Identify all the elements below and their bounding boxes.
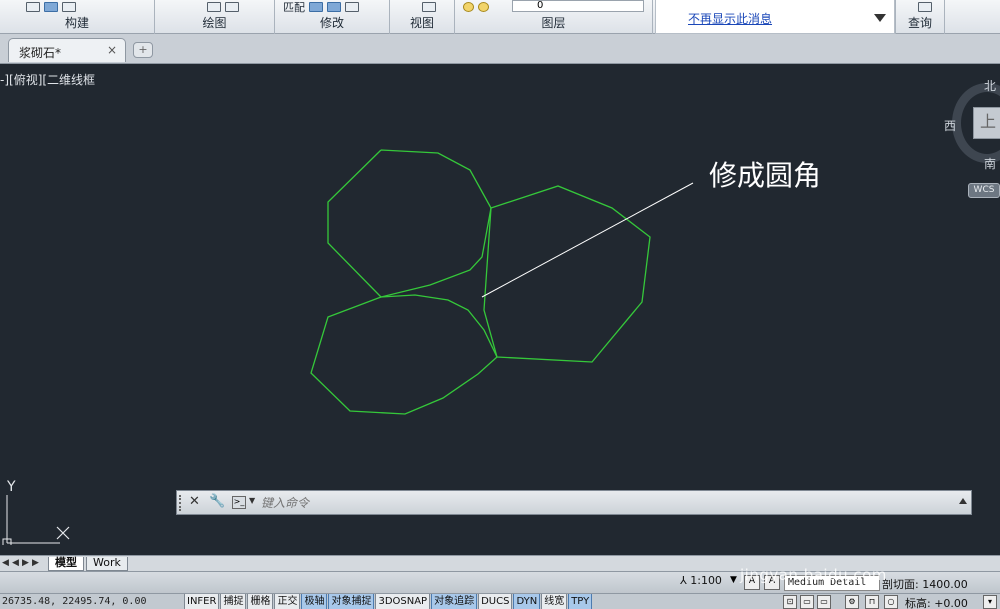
layer-on-icon[interactable] [463, 2, 474, 12]
first-tab-arrow-icon[interactable]: ◀ [2, 558, 9, 568]
toggle-4[interactable]: 极轴 [301, 594, 328, 609]
wrench-icon[interactable]: 🔧 [209, 494, 225, 509]
ribbon-panel-query[interactable]: 查询 [895, 0, 945, 34]
panel-label-draw: 绘图 [202, 16, 227, 30]
notification-balloon: 不再显示此消息 [655, 0, 895, 34]
layer-dropdown[interactable]: 0 [512, 0, 644, 12]
viewcube[interactable]: 北 西 南 上 WCS [940, 75, 1000, 210]
build-tools [0, 0, 154, 14]
toggle-9[interactable]: DYN [513, 594, 541, 609]
cad-application-window: 构建 绘图 匹配 修改 视图 图层 0 不再显示此消息 查询 浆砌石* × + … [0, 0, 1000, 609]
door-tool-icon[interactable] [62, 2, 76, 12]
ribbon-panel-modify[interactable]: 匹配 修改 [275, 0, 390, 34]
ribbon-panel-view[interactable]: 视图 [390, 0, 455, 34]
compass-west-label[interactable]: 西 [944, 117, 956, 134]
drawing-canvas[interactable]: 修成圆角 [0, 65, 940, 555]
prev-tab-arrow-icon[interactable]: ◀ [12, 558, 19, 568]
ribbon: 构建 绘图 匹配 修改 视图 图层 0 不再显示此消息 查询 [0, 0, 1000, 34]
annotation-scale-value: 1:100 [690, 574, 722, 587]
query-tools [896, 0, 944, 14]
chevron-up-icon[interactable] [959, 498, 967, 504]
annotation-text: 修成圆角 [709, 159, 821, 192]
elevation-readout[interactable]: 标高: +0.00 [905, 595, 968, 609]
offset-tool-icon[interactable] [345, 2, 359, 12]
command-prompt-icon[interactable]: >_ [232, 496, 246, 509]
panel-label-layers: 图层 [541, 16, 566, 30]
command-input[interactable] [261, 494, 881, 512]
modify-tools: 匹配 [275, 0, 389, 14]
ucs-y-label: Y [6, 479, 16, 495]
toggle-1[interactable]: 捕捉 [220, 594, 247, 609]
panel-label-modify: 修改 [319, 16, 344, 30]
drafting-toggles: INFER 捕捉 栅格 正交 极轴 对象捕捉 3DOSNAP 对象追踪 DUCS DYN 线宽 TPY [184, 594, 593, 609]
cursor-coordinates[interactable]: 26735.48, 22495.74, 0.00 [2, 596, 147, 607]
viewcube-top-face[interactable]: 上 [973, 107, 1000, 139]
match-properties-button[interactable]: 匹配 [283, 0, 305, 15]
annotation-scale-button[interactable]: ⅄ 1:100 [680, 574, 722, 587]
toggle-2[interactable]: 栅格 [247, 594, 274, 609]
status-menu-icon[interactable]: ▾ [983, 595, 997, 609]
layer-freeze-icon[interactable] [478, 2, 489, 12]
hatch-tool-icon[interactable] [225, 2, 239, 12]
view-tools [390, 0, 454, 14]
quick-view-layouts-icon[interactable]: ▭ [800, 595, 814, 609]
stone-right[interactable] [483, 185, 651, 363]
zoom-tool-icon[interactable] [422, 2, 436, 12]
ucs-x-label [56, 526, 70, 540]
toggle-0[interactable]: INFER [184, 594, 220, 609]
draw-tools [155, 0, 274, 14]
close-icon[interactable]: ✕ [189, 494, 200, 509]
toggle-7[interactable]: 对象追踪 [431, 594, 478, 609]
compass-north-label[interactable]: 北 [984, 77, 996, 94]
do-not-show-again-link[interactable]: 不再显示此消息 [688, 10, 772, 27]
quick-view-drawings-icon[interactable]: ▭ [817, 595, 831, 609]
tab-document[interactable]: 浆砌石* × [8, 38, 126, 62]
tab-document-label: 浆砌石* [19, 46, 62, 60]
compass-south-label[interactable]: 南 [984, 155, 996, 172]
last-tab-arrow-icon[interactable]: ▶ [32, 558, 39, 568]
drag-grip-icon[interactable] [179, 495, 183, 511]
tab-model[interactable]: 模型 [48, 557, 84, 571]
toggle-10[interactable]: 线宽 [541, 594, 568, 609]
stone-bottom[interactable] [310, 294, 498, 415]
toggle-5[interactable]: 对象捕捉 [328, 594, 375, 609]
copy-tool-icon[interactable] [327, 2, 341, 12]
window-tool-icon[interactable] [44, 2, 58, 12]
stone-top-left[interactable] [327, 149, 492, 298]
command-line[interactable]: ✕ 🔧 >_ ▼ [176, 490, 972, 515]
status-bar: 26735.48, 22495.74, 0.00 INFER 捕捉 栅格 正交 极轴 对象… [0, 593, 1000, 609]
chevron-down-icon[interactable] [874, 14, 886, 22]
document-tab-bar: 浆砌石* × + [0, 34, 1000, 64]
watermark-text: jingyan.baidu.com [740, 566, 887, 584]
toggle-3[interactable]: 正交 [274, 594, 301, 609]
tab-work[interactable]: Work [86, 557, 128, 571]
new-tab-button[interactable]: + [133, 42, 153, 58]
chevron-down-icon[interactable]: ▼ [730, 575, 737, 585]
close-icon[interactable]: × [107, 43, 117, 57]
move-tool-icon[interactable] [309, 2, 323, 12]
ribbon-panel-draw[interactable]: 绘图 [155, 0, 275, 34]
ribbon-panel-build[interactable]: 构建 [0, 0, 155, 34]
ucs-icon: Y [2, 479, 70, 545]
panel-label-query: 查询 [907, 16, 932, 30]
chevron-down-icon[interactable]: ▼ [249, 496, 255, 505]
rectangle-tool-icon[interactable] [207, 2, 221, 12]
model-space-icon[interactable]: ⊡ [783, 595, 797, 609]
scale-icon: ⅄ [680, 574, 687, 587]
workspace-gear-icon[interactable]: ⚙ [845, 595, 859, 609]
lock-icon[interactable]: ⊓ [865, 595, 879, 609]
toggle-6[interactable]: 3DOSNAP [375, 594, 431, 609]
toggle-11[interactable]: TPY [568, 594, 593, 609]
panel-label-build: 构建 [64, 16, 89, 30]
wall-tool-icon[interactable] [26, 2, 40, 12]
panel-label-view: 视图 [409, 16, 434, 30]
section-plane-readout[interactable]: 剖切面: 1400.00 [882, 576, 968, 592]
calculator-icon[interactable] [918, 2, 932, 12]
wcs-menu-button[interactable]: WCS [968, 183, 1000, 198]
next-tab-arrow-icon[interactable]: ▶ [22, 558, 29, 568]
isolate-objects-icon[interactable]: ○ [884, 595, 898, 609]
toggle-8[interactable]: DUCS [478, 594, 513, 609]
drawing-viewport[interactable]: -][俯视][二维线框 修成圆角 北 西 南 上 WCS Y ✕ 🔧 >_ ▼ … [0, 65, 1000, 555]
